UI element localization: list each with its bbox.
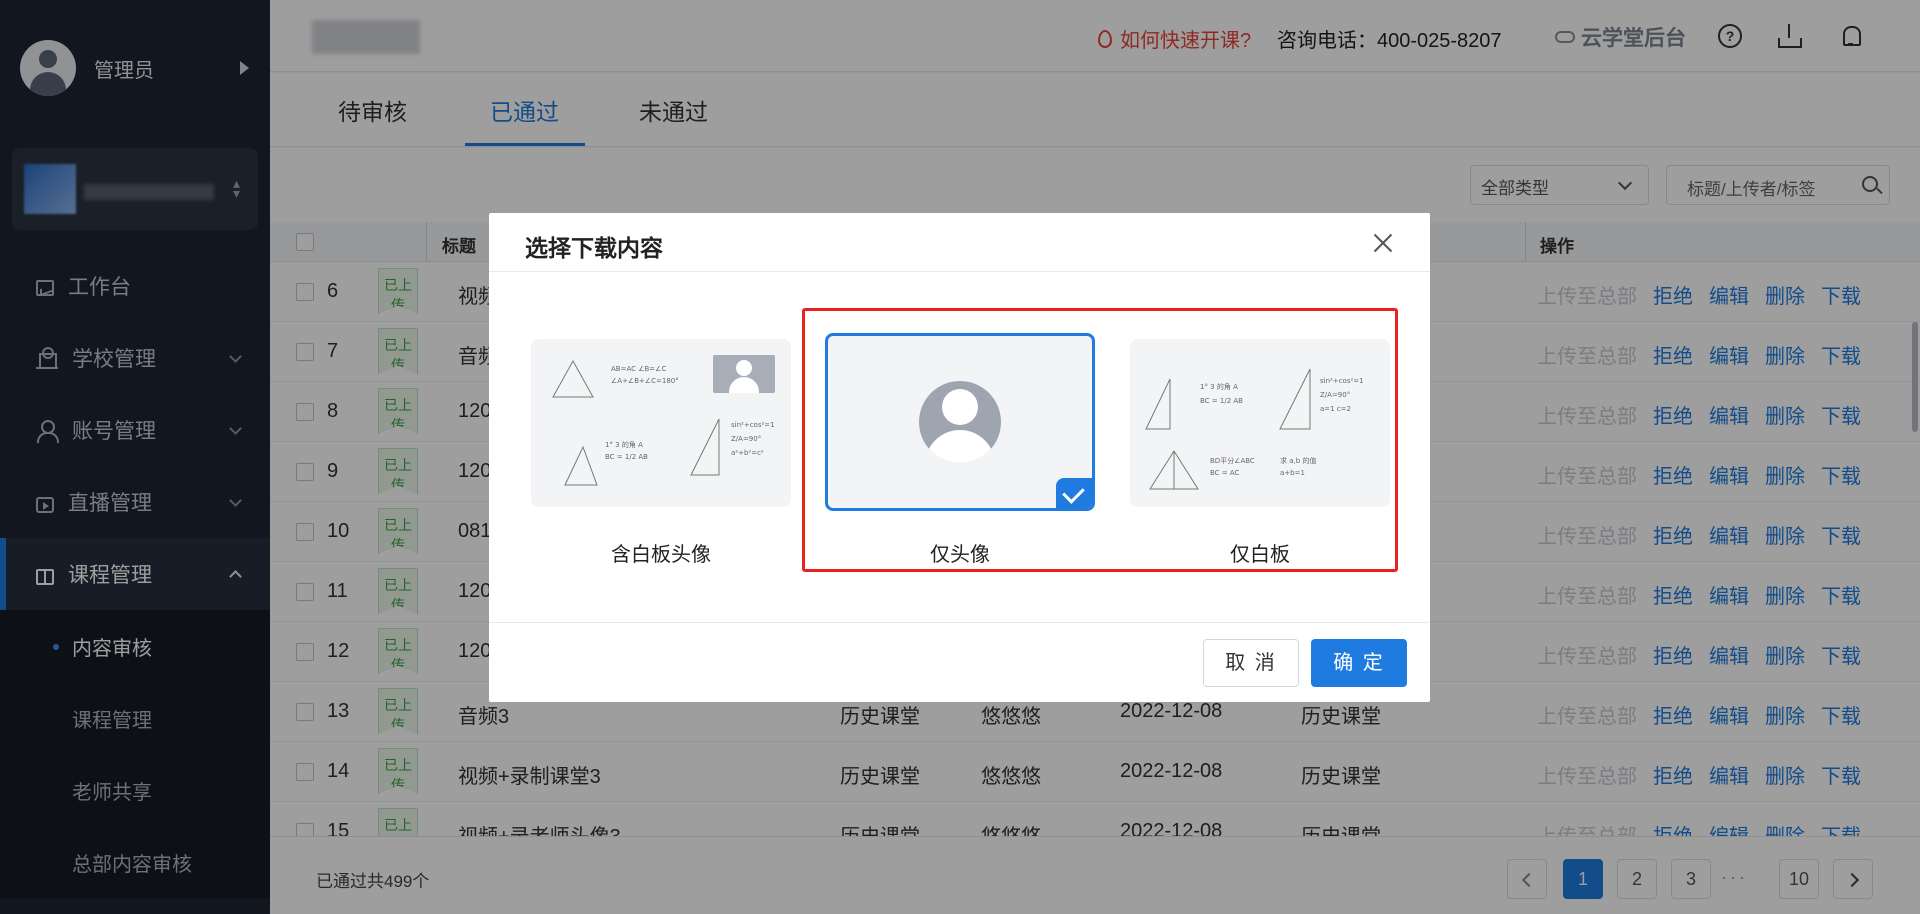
svg-text:∠A+∠B+∠C=180°: ∠A+∠B+∠C=180° <box>611 377 679 385</box>
svg-text:BC = AC: BC = AC <box>1210 469 1240 477</box>
download-content-dialog: 选择下载内容 AB=AC ∠B=∠C ∠A+∠B+∠C=180° 1° 3 的角… <box>489 213 1430 702</box>
cancel-button[interactable]: 取 消 <box>1203 639 1299 687</box>
option-avatar-only[interactable] <box>825 333 1095 511</box>
svg-text:BC = 1/2 AB: BC = 1/2 AB <box>1200 397 1243 405</box>
option-whiteboard-only[interactable]: 1° 3 的角 A BC = 1/2 AB sin²+cos²=1 Z/A=90… <box>1130 339 1390 507</box>
dialog-header: 选择下载内容 <box>489 213 1430 272</box>
whiteboard-preview-image: 1° 3 的角 A BC = 1/2 AB sin²+cos²=1 Z/A=90… <box>1145 368 1364 490</box>
svg-text:Z/A=90°: Z/A=90° <box>1320 391 1350 399</box>
dialog-footer: 取 消 确 定 <box>489 622 1430 702</box>
option-label: 仅白板 <box>1230 544 1290 566</box>
avatar-thumbnail <box>713 355 775 393</box>
option-label: 含白板头像 <box>611 544 711 566</box>
close-icon[interactable] <box>1371 231 1395 255</box>
svg-text:sin²+cos²=1: sin²+cos²=1 <box>1320 377 1364 385</box>
confirm-button[interactable]: 确 定 <box>1311 639 1407 687</box>
svg-text:BC = 1/2 AB: BC = 1/2 AB <box>605 453 648 461</box>
svg-text:a+b=1: a+b=1 <box>1280 469 1305 477</box>
svg-text:1° 3 的角 A: 1° 3 的角 A <box>1200 382 1238 391</box>
svg-text:BD平分∠ABC: BD平分∠ABC <box>1210 456 1255 465</box>
check-icon <box>1056 478 1092 508</box>
avatar-icon <box>919 381 1001 463</box>
svg-text:a=1 c=2: a=1 c=2 <box>1320 405 1351 413</box>
option-whiteboard-with-avatar[interactable]: AB=AC ∠B=∠C ∠A+∠B+∠C=180° 1° 3 的角 A BC =… <box>531 339 791 507</box>
svg-text:Z/A=90°: Z/A=90° <box>731 435 761 443</box>
svg-text:sin²+cos²=1: sin²+cos²=1 <box>731 421 775 429</box>
svg-text:a²+b²=c²: a²+b²=c² <box>731 449 764 457</box>
svg-text:求 a,b 的值: 求 a,b 的值 <box>1280 456 1316 465</box>
svg-text:AB=AC ∠B=∠C: AB=AC ∠B=∠C <box>611 365 666 373</box>
option-label: 仅头像 <box>930 544 990 566</box>
dialog-title: 选择下载内容 <box>525 235 663 261</box>
svg-text:1° 3 的角 A: 1° 3 的角 A <box>605 440 643 449</box>
